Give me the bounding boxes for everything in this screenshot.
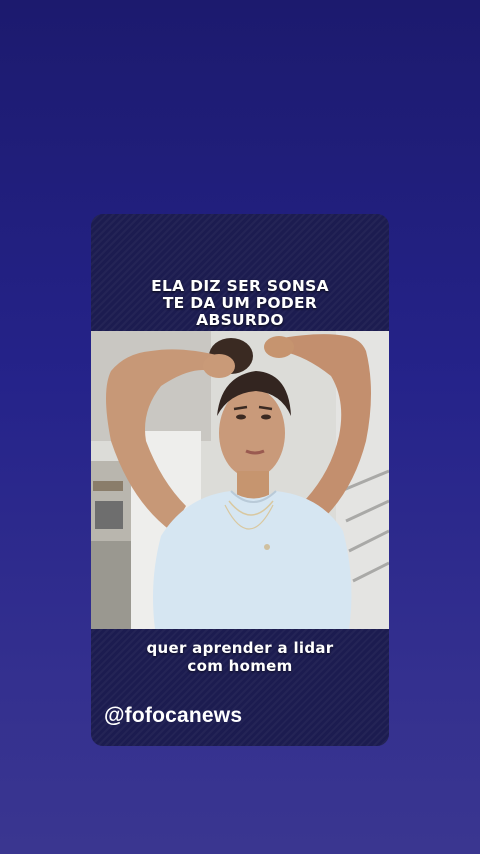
headline-line-1: ELA DIZ SER SONSA — [151, 277, 329, 295]
headline-line-2: TE DA UM PODER — [162, 294, 318, 312]
headline-line-3: ABSURDO — [196, 311, 284, 329]
story-caption: quer aprender a lidar com homem — [91, 639, 389, 675]
story-card[interactable]: ELA DIZ SER SONSA TE DA UM PODER ABSURDO — [91, 214, 389, 746]
caption-line-1: quer aprender a lidar — [146, 639, 334, 657]
story-headline: ELA DIZ SER SONSA TE DA UM PODER ABSURDO — [91, 278, 389, 329]
account-handle[interactable]: @fofocanews — [104, 704, 242, 728]
caption-line-2: com homem — [187, 657, 293, 675]
video-thumbnail[interactable] — [91, 331, 389, 629]
